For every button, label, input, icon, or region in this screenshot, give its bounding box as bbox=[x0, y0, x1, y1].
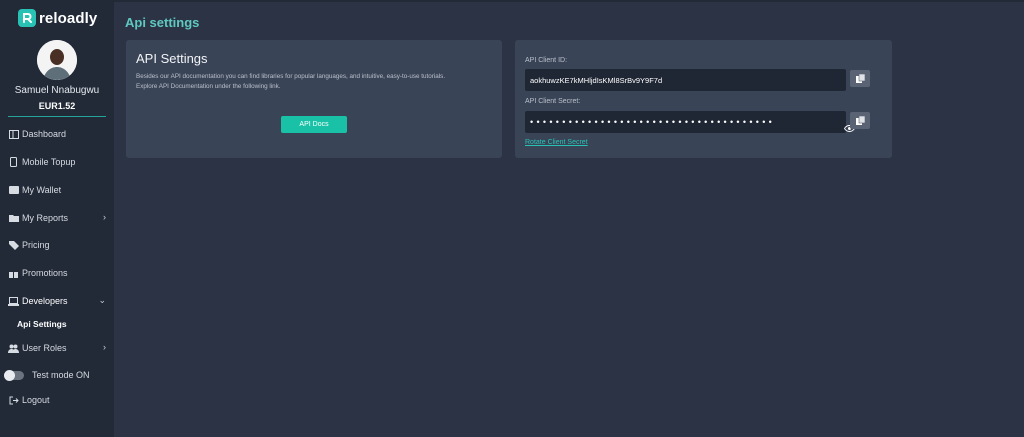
page-title: Api settings bbox=[125, 15, 200, 30]
card-title: API Settings bbox=[136, 51, 208, 66]
dashboard-icon bbox=[8, 129, 19, 140]
api-credentials-card: API Client ID: aokhuwzKE7kMHljdIsKMl8SrB… bbox=[515, 40, 892, 158]
test-mode-toggle[interactable]: Test mode ON bbox=[4, 367, 104, 383]
nav-item-label: User Roles bbox=[22, 343, 67, 353]
nav-item-label: My Wallet bbox=[22, 185, 62, 195]
copy-icon bbox=[855, 112, 865, 130]
nav-subitem-api-settings[interactable]: Api Settings bbox=[17, 319, 67, 329]
client-id-label: API Client ID: bbox=[525, 57, 568, 64]
copy-client-id-button[interactable] bbox=[850, 70, 870, 87]
api-docs-button[interactable]: API Docs bbox=[281, 116, 347, 133]
card-description: Besides our API documentation you can fi… bbox=[136, 72, 496, 92]
brand-logo[interactable]: reloadly bbox=[18, 8, 97, 28]
toggle-icon[interactable] bbox=[4, 369, 24, 381]
api-settings-card: API Settings Besides our API documentati… bbox=[126, 40, 502, 158]
nav-item-label: Dashboard bbox=[22, 129, 67, 139]
nav-item-my-wallet[interactable]: My Wallet bbox=[8, 182, 108, 198]
nav-item-my-reports[interactable]: My Reports › bbox=[8, 210, 108, 226]
user-balance: EUR1.52 bbox=[38, 101, 76, 111]
chevron-right-icon: › bbox=[103, 342, 106, 352]
nav-item-label: Mobile Topup bbox=[22, 157, 76, 167]
wallet-icon bbox=[8, 185, 19, 196]
description-line: Explore API Documentation under the foll… bbox=[136, 83, 281, 90]
nav-item-label: Logout bbox=[22, 395, 50, 405]
client-secret-field[interactable]: •••••••••••••••••••••••••••••••••••••• bbox=[525, 111, 846, 133]
nav-item-label: My Reports bbox=[22, 213, 69, 223]
top-strip bbox=[0, 0, 1024, 2]
logout-icon bbox=[8, 395, 19, 406]
reloadly-logo-icon bbox=[18, 9, 36, 27]
users-icon bbox=[8, 343, 19, 354]
brand-name: reloadly bbox=[39, 9, 98, 27]
nav-item-logout[interactable]: Logout bbox=[8, 392, 108, 408]
chevron-down-icon: ⌄ bbox=[98, 295, 106, 305]
nav-item-developers[interactable]: Developers ⌄ bbox=[8, 293, 108, 309]
client-secret-label: API Client Secret: bbox=[525, 98, 581, 105]
copy-icon bbox=[855, 70, 865, 88]
divider bbox=[8, 116, 106, 117]
mobile-icon bbox=[8, 157, 19, 168]
rotate-client-secret-link[interactable]: Rotate Client Secret bbox=[525, 139, 588, 146]
nav-item-label: Developers bbox=[22, 296, 68, 306]
sidebar: reloadly Samuel Nnabugwu EUR1.52 Dashboa… bbox=[0, 0, 114, 437]
nav-item-mobile-topup[interactable]: Mobile Topup bbox=[8, 154, 108, 170]
nav-item-promotions[interactable]: Promotions bbox=[8, 265, 108, 281]
client-id-field[interactable]: aokhuwzKE7kMHljdIsKMl8SrBv9Y9F7d bbox=[525, 69, 846, 91]
nav-item-pricing[interactable]: Pricing bbox=[8, 237, 108, 253]
copy-client-secret-button[interactable] bbox=[850, 112, 870, 129]
gift-icon bbox=[8, 268, 19, 279]
avatar[interactable] bbox=[37, 40, 77, 80]
nav-item-label: Promotions bbox=[22, 268, 68, 278]
nav-item-dashboard[interactable]: Dashboard bbox=[8, 126, 108, 142]
test-mode-label: Test mode ON bbox=[32, 370, 90, 380]
laptop-icon bbox=[8, 296, 19, 307]
description-line: Besides our API documentation you can fi… bbox=[136, 73, 446, 80]
folder-icon bbox=[8, 213, 19, 224]
user-name: Samuel Nnabugwu bbox=[14, 85, 100, 96]
nav-item-user-roles[interactable]: User Roles › bbox=[8, 340, 108, 356]
tags-icon bbox=[8, 240, 19, 251]
chevron-right-icon: › bbox=[103, 212, 106, 222]
nav-item-label: Pricing bbox=[22, 240, 50, 250]
